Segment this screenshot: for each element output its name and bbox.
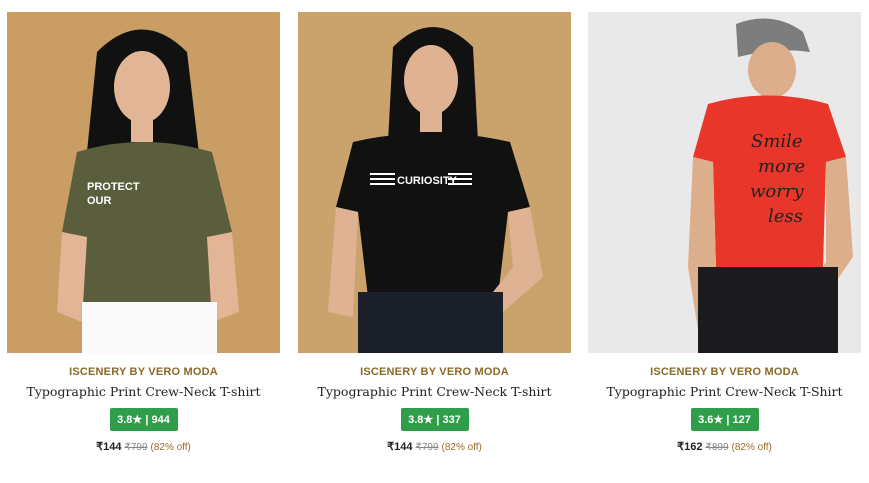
product-name[interactable]: Typographic Print Crew-Neck T-shirt bbox=[7, 384, 280, 399]
shirt-print-line-3: worry bbox=[750, 181, 804, 202]
shirt-print: CURIOSITY bbox=[397, 175, 458, 187]
brand-name: ISCENERY BY VERO MODA bbox=[69, 366, 218, 378]
review-count: 944 bbox=[151, 414, 170, 426]
offer-price: ₹144 bbox=[96, 441, 122, 453]
product-image[interactable]: PROTECT OUR bbox=[7, 12, 280, 353]
star-icon: ★ bbox=[713, 414, 724, 426]
rating-badge: 3.8★ | 944 bbox=[109, 408, 178, 431]
star-icon: ★ bbox=[423, 414, 434, 426]
product-name[interactable]: Typographic Print Crew-Neck T-shirt bbox=[298, 384, 571, 399]
product-image[interactable]: CURIOSITY bbox=[298, 12, 571, 353]
product-card[interactable]: PROTECT OUR ISCENERY BY VERO MODA Typogr… bbox=[7, 12, 280, 453]
star-icon: ★ bbox=[132, 414, 143, 426]
review-count: 127 bbox=[732, 414, 751, 426]
product-card[interactable]: CURIOSITY ISCENERY BY VERO MODA Typograp… bbox=[298, 12, 571, 453]
price-row: ₹144 ₹799 (82% off) bbox=[298, 440, 571, 453]
rating-separator: | bbox=[436, 414, 440, 426]
shirt-print-line-4: less bbox=[768, 206, 803, 227]
offer-price: ₹162 bbox=[677, 441, 703, 453]
original-price: ₹799 bbox=[415, 442, 439, 453]
discount-label: (82% off) bbox=[441, 442, 482, 453]
rating-badge: 3.6★ | 127 bbox=[690, 408, 759, 431]
shirt-print-line-2: more bbox=[758, 156, 805, 177]
rating-value: 3.8 bbox=[117, 414, 133, 426]
rating-separator: | bbox=[145, 414, 149, 426]
product-card[interactable]: Smile more worry less ISCENERY BY VERO M… bbox=[588, 12, 861, 453]
rating-value: 3.6 bbox=[698, 414, 714, 426]
product-image[interactable]: Smile more worry less bbox=[588, 12, 861, 353]
offer-price: ₹144 bbox=[387, 441, 413, 453]
review-count: 337 bbox=[442, 414, 461, 426]
rating-value: 3.8 bbox=[408, 414, 424, 426]
price-row: ₹162 ₹899 (82% off) bbox=[588, 440, 861, 453]
shirt-print-line-1: PROTECT bbox=[87, 181, 140, 193]
rating-badge: 3.8★ | 337 bbox=[400, 408, 469, 431]
price-row: ₹144 ₹799 (82% off) bbox=[7, 440, 280, 453]
brand-name: ISCENERY BY VERO MODA bbox=[650, 366, 799, 378]
original-price: ₹899 bbox=[705, 442, 729, 453]
shirt-print-line-1: Smile bbox=[751, 131, 803, 152]
original-price: ₹799 bbox=[124, 442, 148, 453]
product-name[interactable]: Typographic Print Crew-Neck T-Shirt bbox=[588, 384, 861, 399]
shirt-print-line-2: OUR bbox=[87, 195, 112, 207]
discount-label: (82% off) bbox=[731, 442, 772, 453]
discount-label: (82% off) bbox=[150, 442, 191, 453]
brand-name: ISCENERY BY VERO MODA bbox=[360, 366, 509, 378]
rating-separator: | bbox=[726, 414, 730, 426]
